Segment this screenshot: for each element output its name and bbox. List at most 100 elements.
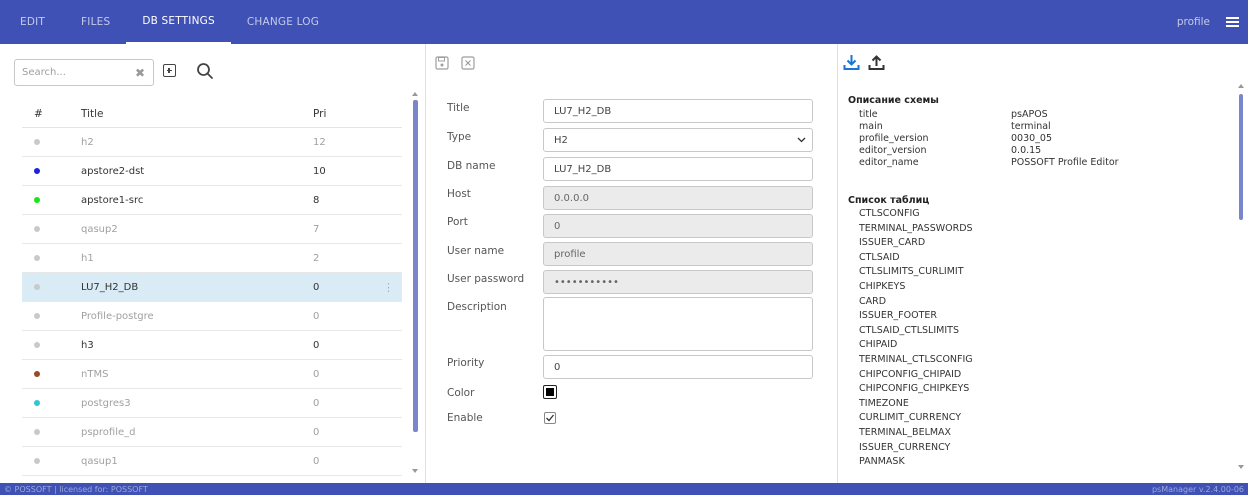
color-dot-icon — [34, 457, 40, 464]
row-title: qasup1 — [81, 455, 118, 467]
row-priority: 0 — [313, 281, 320, 293]
row-priority: 0 — [313, 397, 320, 409]
enable-checkbox[interactable] — [544, 412, 556, 424]
column-header-number: # — [34, 107, 43, 120]
color-dot-icon — [34, 370, 40, 377]
row-more-icon[interactable]: ⋮ — [383, 281, 402, 294]
table-row[interactable]: Profile-postgre 0 — [22, 302, 402, 331]
color-dot-icon — [34, 428, 40, 435]
tables-heading: Список таблиц — [848, 195, 930, 206]
table-row[interactable]: nTMS 0 — [22, 360, 402, 389]
row-title: Profile-postgre — [81, 310, 154, 322]
schema-table-item: ISSUER_CURRENCY — [859, 441, 951, 453]
table-row[interactable]: qasup1 0 — [22, 447, 402, 476]
type-select[interactable]: H2 — [543, 128, 813, 152]
tab-change-log[interactable]: CHANGE LOG — [231, 0, 335, 44]
search-icon[interactable] — [196, 62, 214, 80]
upload-icon[interactable] — [868, 54, 885, 71]
schema-table-item: ISSUER_FOOTER — [859, 310, 937, 322]
table-row[interactable]: psprofile_d 0 — [22, 418, 402, 447]
list-scrollbar-thumb[interactable] — [413, 100, 418, 432]
priority-input[interactable]: 0 — [543, 355, 813, 379]
color-picker[interactable] — [543, 385, 557, 399]
type-label: Type — [447, 131, 472, 143]
checkmark-icon — [546, 414, 555, 422]
schema-heading: Описание схемы — [848, 95, 939, 106]
schema-key: main — [859, 121, 883, 132]
schema-value: 0.0.15 — [1011, 145, 1042, 156]
schema-table-item: CURLIMIT_CURRENCY — [859, 412, 961, 424]
schema-key: title — [859, 109, 878, 120]
column-header-title: Title — [81, 107, 104, 120]
schema-table-item: CHIPKEYS — [859, 281, 906, 292]
color-dot-icon — [34, 138, 40, 145]
schema-table-item: TERMINAL_CTLSCONFIG — [859, 354, 973, 365]
tab-files[interactable]: FILES — [65, 0, 126, 44]
type-select-value: H2 — [554, 134, 568, 146]
db-list-panel: ✖ # Title Pri h2 12 apstore2-dst 10 apstore1… — [0, 44, 426, 495]
row-priority: 7 — [313, 223, 320, 235]
table-row[interactable]: h3 0 — [22, 331, 402, 360]
schema-table-item: PANMASK — [859, 456, 905, 468]
tab-db-settings[interactable]: DB SETTINGS — [126, 0, 231, 44]
table-row[interactable]: qasup2 7 — [22, 215, 402, 244]
schema-scrollbar[interactable] — [1238, 84, 1244, 469]
schema-key: profile_version — [859, 133, 929, 144]
schema-table-item: CHIPCONFIG_CHIPAID — [859, 368, 962, 380]
tab-edit[interactable]: EDIT — [0, 0, 65, 44]
row-priority: 0 — [313, 368, 320, 380]
search-field: ✖ — [14, 59, 154, 86]
title-input[interactable]: LU7_H2_DB — [543, 99, 813, 123]
schema-table-item: CHIPAID — [859, 339, 898, 351]
table-row[interactable]: apstore1-src 8 — [22, 186, 402, 215]
schema-scrollbar-thumb[interactable] — [1239, 94, 1243, 220]
schema-table-item: TIMEZONE — [859, 397, 909, 409]
list-scrollbar[interactable] — [412, 92, 419, 473]
user-password-input[interactable]: ••••••••••• — [543, 270, 813, 294]
host-label: Host — [447, 188, 471, 200]
add-db-icon[interactable] — [163, 64, 176, 77]
color-dot-icon — [34, 225, 40, 232]
db-name-input[interactable]: LU7_H2_DB — [543, 157, 813, 181]
row-title: apstore1-src — [81, 194, 144, 206]
table-row[interactable]: h1 2 — [22, 244, 402, 273]
download-icon[interactable] — [843, 54, 860, 71]
user-name-input[interactable]: profile — [543, 242, 813, 266]
description-textarea[interactable] — [543, 297, 813, 351]
row-title: h2 — [81, 136, 94, 148]
port-label: Port — [447, 216, 468, 228]
hamburger-menu-icon[interactable] — [1226, 17, 1240, 27]
color-dot-icon — [34, 167, 40, 174]
schema-table-item: CHIPCONFIG_CHIPKEYS — [859, 383, 970, 395]
host-input[interactable]: 0.0.0.0 — [543, 186, 813, 210]
clear-search-icon[interactable]: ✖ — [135, 66, 145, 80]
table-row[interactable]: postgres3 0 — [22, 389, 402, 418]
row-title: nTMS — [81, 368, 109, 380]
color-dot-icon — [34, 341, 40, 348]
table-row[interactable]: LU7_H2_DB 0 ⋮ — [22, 273, 402, 302]
schema-table-item: CTLSLIMITS_CURLIMIT — [859, 266, 964, 278]
color-dot-icon — [34, 312, 40, 319]
top-navbar: EDIT FILES DB SETTINGS CHANGE LOG profil… — [0, 0, 1248, 44]
color-label: Color — [447, 387, 475, 399]
row-title: apstore2-dst — [81, 165, 145, 177]
db-name-label: DB name — [447, 160, 496, 172]
row-priority: 0 — [313, 455, 320, 467]
save-icon[interactable] — [435, 56, 449, 70]
table-row[interactable]: apstore2-dst 10 — [22, 157, 402, 186]
row-title: postgres3 — [81, 397, 131, 409]
cancel-icon[interactable] — [461, 56, 475, 70]
row-title: psprofile_d — [81, 426, 136, 438]
version-text: psManager v.2.4.00-06 — [1151, 484, 1244, 494]
color-dot-icon — [34, 283, 40, 290]
db-table: # Title Pri h2 12 apstore2-dst 10 apstore1-s… — [22, 100, 402, 495]
schema-table-item: ISSUER_CARD — [859, 237, 926, 249]
chevron-down-icon — [797, 137, 806, 143]
search-input[interactable] — [15, 60, 125, 85]
row-priority: 0 — [313, 339, 320, 351]
port-input[interactable]: 0 — [543, 214, 813, 238]
schema-table-item: CTLSAID — [859, 251, 900, 263]
table-row[interactable]: h2 12 — [22, 128, 402, 157]
schema-table-item: TERMINAL_BELMAX — [859, 427, 952, 438]
profile-link[interactable]: profile — [1177, 16, 1210, 28]
